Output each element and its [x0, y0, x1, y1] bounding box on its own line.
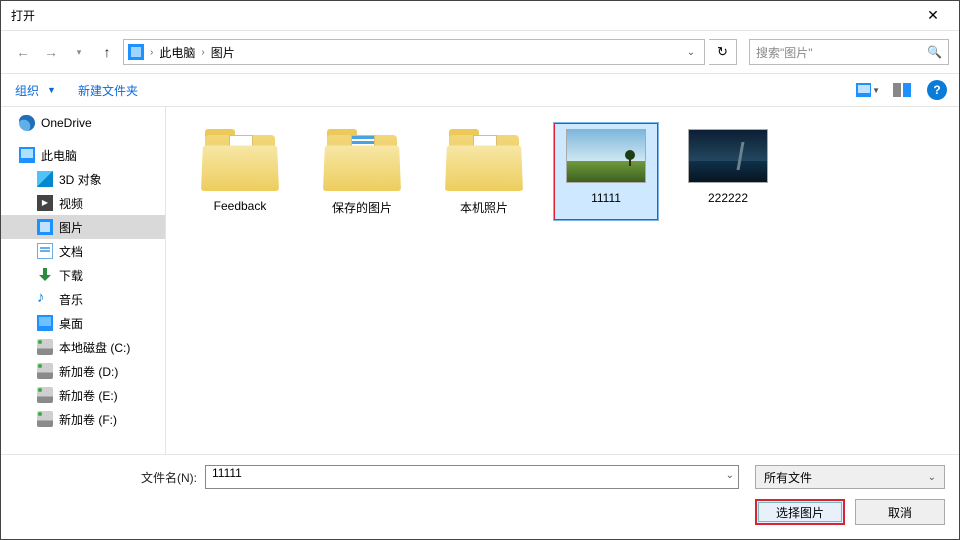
- search-icon: 🔍: [927, 45, 942, 59]
- refresh-button[interactable]: ↻: [709, 39, 737, 65]
- file-item-label: 本机照片: [460, 199, 508, 216]
- sidebar-item[interactable]: 本地磁盘 (C:): [1, 335, 165, 359]
- filename-input[interactable]: 11111 ⌄: [205, 465, 739, 489]
- bottom-panel: 文件名(N): 11111 ⌄ 所有文件 ⌄ 选择图片 取消: [1, 454, 959, 539]
- file-item-label: 222222: [708, 191, 748, 205]
- chevron-down-icon: ⌄: [928, 472, 936, 483]
- filename-label: 文件名(N):: [15, 469, 197, 486]
- file-item[interactable]: 222222: [676, 123, 780, 220]
- desk-icon: [37, 315, 53, 331]
- sidebar-item[interactable]: 文档: [1, 239, 165, 263]
- panes-icon: [893, 83, 911, 97]
- breadcrumb-root[interactable]: 此电脑: [159, 44, 195, 61]
- drive-icon: [37, 339, 53, 355]
- sidebar-item[interactable]: 桌面: [1, 311, 165, 335]
- cancel-button[interactable]: 取消: [855, 499, 945, 525]
- folder-icon: [201, 129, 279, 191]
- sidebar-item[interactable]: 视频: [1, 191, 165, 215]
- back-button[interactable]: ←: [11, 40, 35, 64]
- image-thumbnail: [566, 129, 646, 183]
- file-item-label: 保存的图片: [332, 199, 392, 216]
- image-thumbnail: [688, 129, 768, 183]
- address-bar[interactable]: › 此电脑 › 图片 ⌄: [123, 39, 705, 65]
- pc-icon: [19, 147, 35, 163]
- drive-icon: [37, 387, 53, 403]
- dialog-body: OneDrive此电脑3D 对象视频图片文档下载♪音乐桌面本地磁盘 (C:)新加…: [1, 107, 959, 454]
- close-button[interactable]: ✕: [913, 1, 953, 30]
- cube-icon: [37, 171, 53, 187]
- video-icon: [37, 195, 53, 211]
- open-button[interactable]: 选择图片: [755, 499, 845, 525]
- onedrive-icon: [19, 115, 35, 131]
- forward-button[interactable]: →: [39, 40, 63, 64]
- recent-dropdown[interactable]: ▾: [67, 40, 91, 64]
- help-button[interactable]: ?: [927, 80, 947, 100]
- file-item[interactable]: 保存的图片: [310, 123, 414, 220]
- sidebar-item[interactable]: 图片: [1, 215, 165, 239]
- sidebar-item[interactable]: 新加卷 (D:): [1, 359, 165, 383]
- view-mode-button[interactable]: ▼: [855, 79, 881, 101]
- file-item[interactable]: 11111: [554, 123, 658, 220]
- organize-button[interactable]: 组织: [13, 78, 41, 103]
- sidebar-item[interactable]: ♪音乐: [1, 287, 165, 311]
- thumbnails-icon: [856, 83, 871, 97]
- toolbar: 组织 ▼ 新建文件夹 ▼ ?: [1, 73, 959, 107]
- drive-icon: [37, 363, 53, 379]
- filename-dropdown-icon[interactable]: ⌄: [726, 470, 734, 481]
- location-icon: [128, 44, 144, 60]
- breadcrumb-current[interactable]: 图片: [211, 44, 235, 61]
- preview-pane-button[interactable]: [889, 79, 915, 101]
- folder-icon: [323, 129, 401, 191]
- sidebar[interactable]: OneDrive此电脑3D 对象视频图片文档下载♪音乐桌面本地磁盘 (C:)新加…: [1, 107, 166, 454]
- search-placeholder: 搜索"图片": [756, 44, 927, 61]
- picture-icon: [37, 219, 53, 235]
- file-list[interactable]: Feedback 保存的图片 本机照片 11111 222222: [166, 107, 959, 454]
- sidebar-item[interactable]: 新加卷 (E:): [1, 383, 165, 407]
- new-folder-button[interactable]: 新建文件夹: [76, 78, 140, 103]
- sidebar-this-pc[interactable]: 此电脑: [1, 143, 165, 167]
- down-icon: [37, 267, 53, 283]
- doc-icon: [37, 243, 53, 259]
- filetype-select[interactable]: 所有文件 ⌄: [755, 465, 945, 489]
- chevron-right-icon: ›: [201, 47, 204, 58]
- search-input[interactable]: 搜索"图片" 🔍: [749, 39, 949, 65]
- open-file-dialog: 打开 ✕ ← → ▾ ↑ › 此电脑 › 图片 ⌄ ↻ 搜索"图片" 🔍 组织 …: [0, 0, 960, 540]
- window-title: 打开: [11, 7, 913, 24]
- address-dropdown[interactable]: ⌄: [682, 47, 700, 58]
- titlebar: 打开 ✕: [1, 1, 959, 31]
- sidebar-onedrive[interactable]: OneDrive: [1, 111, 165, 135]
- organize-dropdown-icon[interactable]: ▼: [45, 85, 62, 95]
- music-icon: ♪: [37, 291, 53, 307]
- up-button[interactable]: ↑: [95, 40, 119, 64]
- nav-row: ← → ▾ ↑ › 此电脑 › 图片 ⌄ ↻ 搜索"图片" 🔍: [1, 31, 959, 73]
- breadcrumb: 此电脑 › 图片: [159, 44, 234, 61]
- file-item-label: Feedback: [214, 199, 267, 213]
- file-item[interactable]: Feedback: [188, 123, 292, 220]
- file-item[interactable]: 本机照片: [432, 123, 536, 220]
- drive-icon: [37, 411, 53, 427]
- sidebar-item[interactable]: 新加卷 (F:): [1, 407, 165, 431]
- sidebar-item[interactable]: 下载: [1, 263, 165, 287]
- chevron-right-icon: ›: [150, 47, 153, 58]
- folder-icon: [445, 129, 523, 191]
- sidebar-item[interactable]: 3D 对象: [1, 167, 165, 191]
- file-item-label: 11111: [591, 191, 621, 205]
